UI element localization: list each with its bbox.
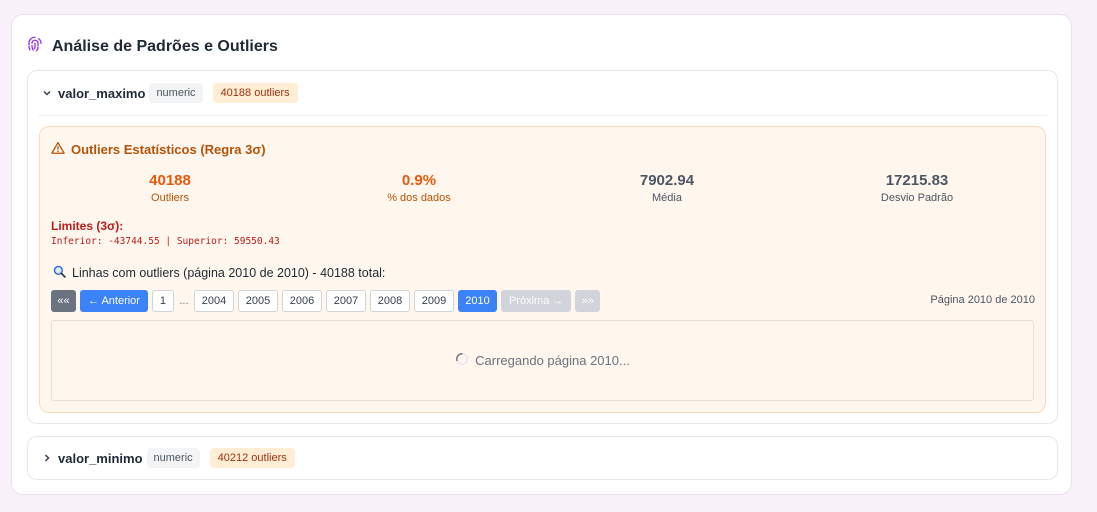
chevron-down-icon — [40, 86, 54, 100]
outliers-count-badge: 40212 outliers — [209, 448, 295, 468]
outlier-rows-heading-text: Linhas com outliers (página 2010 de 2010… — [72, 266, 386, 280]
warning-icon — [51, 141, 65, 158]
panel-title: Outliers Estatísticos (Regra 3σ) — [51, 141, 266, 158]
loading-area: Carregando página 2010... — [51, 320, 1034, 401]
previous-page-button[interactable]: ← Anterior — [80, 290, 148, 312]
stat-std-dev: 17215.83 Desvio Padrão — [817, 172, 1017, 204]
section-header-toggle[interactable]: valor_minimo numeric 40212 outliers — [40, 447, 295, 469]
field-name: valor_maximo — [58, 85, 146, 101]
pagination-ellipsis: ... — [179, 295, 189, 307]
panel-title-text: Outliers Estatísticos (Regra 3σ) — [71, 142, 266, 157]
chevron-right-icon — [40, 451, 54, 465]
stat-value: 7902.94 — [639, 172, 695, 189]
stat-label: Média — [652, 192, 682, 204]
stat-value: 17215.83 — [885, 172, 949, 189]
type-badge: numeric — [146, 448, 200, 468]
stat-label: Outliers — [151, 192, 189, 204]
page-info: Página 2010 de 2010 — [930, 294, 1035, 306]
page-button-2008[interactable]: 2008 — [369, 290, 410, 312]
field-section-valor-maximo: valor_maximo numeric 40188 outliers Outl… — [27, 70, 1058, 424]
first-page-button[interactable]: «« — [51, 290, 76, 312]
outlier-rows-heading: Linhas com outliers (página 2010 de 2010… — [53, 265, 385, 281]
patterns-outliers-card: Análise de Padrões e Outliers valor_maxi… — [11, 14, 1072, 495]
outliers-count-badge: 40188 outliers — [212, 83, 298, 103]
stat-mean: 7902.94 Média — [567, 172, 767, 204]
card-title: Análise de Padrões e Outliers — [52, 37, 278, 55]
stat-value: 0.9% — [401, 172, 437, 189]
page-button-2004[interactable]: 2004 — [193, 290, 234, 312]
spinner-icon — [455, 352, 469, 369]
page-button-2010-active[interactable]: 2010 — [457, 290, 497, 312]
stat-outliers: 40188 Outliers — [70, 172, 270, 204]
stat-percent: 0.9% % dos dados — [319, 172, 519, 204]
page-button-2006[interactable]: 2006 — [281, 290, 322, 312]
field-name: valor_minimo — [58, 450, 143, 466]
statistical-outliers-panel: Outliers Estatísticos (Regra 3σ) 40188 O… — [39, 126, 1046, 413]
type-badge: numeric — [149, 83, 203, 103]
page-button-2009[interactable]: 2009 — [413, 290, 454, 312]
card-header: Análise de Padrões e Outliers — [26, 35, 278, 58]
page-button-2005[interactable]: 2005 — [237, 290, 278, 312]
fingerprint-icon — [26, 35, 44, 58]
limits-block: Limites (3σ): Inferior: -43744.55 | Supe… — [51, 219, 280, 247]
limits-title: Limites (3σ): — [51, 219, 124, 233]
pagination: «« ← Anterior 1 ... 2004 2005 2006 2007 … — [51, 290, 601, 312]
stat-label: Desvio Padrão — [880, 192, 954, 204]
next-page-button[interactable]: Próxima → — [500, 290, 572, 312]
loading-text: Carregando página 2010... — [475, 353, 630, 368]
last-page-button[interactable]: »» — [575, 290, 601, 312]
limits-values: Inferior: -43744.55 | Superior: 59550.43 — [51, 236, 280, 247]
stat-value: 40188 — [149, 172, 191, 189]
stat-label: % dos dados — [387, 192, 451, 204]
search-icon — [53, 265, 66, 281]
field-section-valor-minimo: valor_minimo numeric 40212 outliers — [27, 436, 1058, 480]
page-button-2007[interactable]: 2007 — [325, 290, 366, 312]
divider — [38, 115, 1047, 116]
page-button-1[interactable]: 1 — [151, 290, 174, 312]
section-header-toggle[interactable]: valor_maximo numeric 40188 outliers — [40, 82, 298, 104]
